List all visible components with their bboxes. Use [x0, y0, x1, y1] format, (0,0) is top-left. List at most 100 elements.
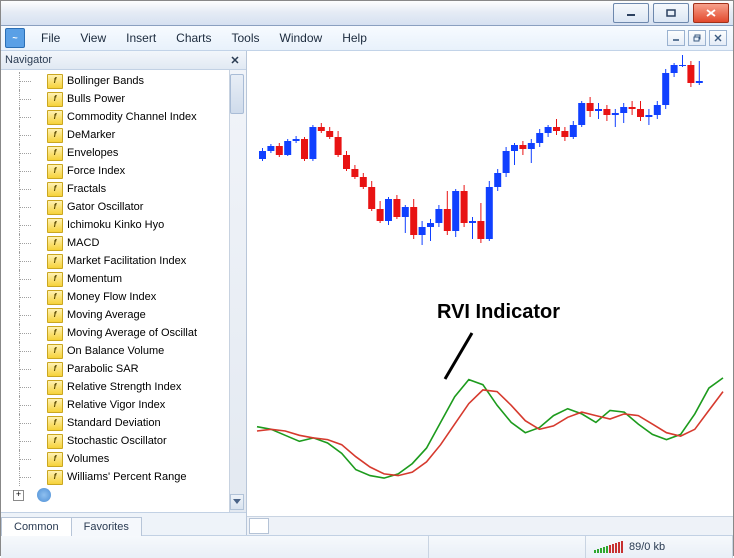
menu-charts[interactable]: Charts: [166, 28, 221, 48]
menu-tools[interactable]: Tools: [222, 28, 270, 48]
indicator-item[interactable]: fCommodity Channel Index: [1, 108, 246, 126]
function-icon: f: [47, 146, 63, 161]
chart-tab-strip: [247, 516, 733, 535]
indicator-label: Standard Deviation: [67, 417, 161, 429]
tab-favorites[interactable]: Favorites: [71, 517, 142, 536]
indicator-item[interactable]: fForce Index: [1, 162, 246, 180]
indicator-item[interactable]: f Moving Average of Oscillat: [1, 324, 246, 342]
titlebar: [1, 1, 733, 26]
indicator-label: Relative Strength Index: [67, 381, 181, 393]
indicator-label: Money Flow Index: [67, 291, 156, 303]
function-icon: f: [47, 200, 63, 215]
chart-tab-placeholder[interactable]: [249, 518, 269, 534]
indicator-item[interactable]: f Standard Deviation: [1, 414, 246, 432]
expand-icon[interactable]: +: [13, 490, 24, 501]
function-icon: f: [47, 344, 63, 359]
minimize-button[interactable]: [613, 3, 649, 23]
connection-text: 89/0 kb: [629, 541, 665, 553]
indicator-item[interactable]: f Money Flow Index: [1, 288, 246, 306]
function-icon: f: [47, 128, 63, 143]
indicator-item[interactable]: fVolumes: [1, 450, 246, 468]
indicator-item[interactable]: f Stochastic Oscillator: [1, 432, 246, 450]
function-icon: f: [47, 74, 63, 89]
statusbar: 89/0 kb: [1, 535, 733, 558]
indicator-item[interactable]: f Gator Oscillator: [1, 198, 246, 216]
function-icon: f: [47, 236, 63, 251]
navigator-close-button[interactable]: ✕: [228, 53, 242, 67]
indicator-item[interactable]: fFractals: [1, 180, 246, 198]
indicator-item[interactable]: f Bulls Power: [1, 90, 246, 108]
indicator-label: Williams' Percent Range: [67, 471, 186, 483]
indicator-item[interactable]: f On Balance Volume: [1, 342, 246, 360]
indicator-label: On Balance Volume: [67, 345, 164, 357]
indicator-label: Parabolic SAR: [67, 363, 139, 375]
tab-common[interactable]: Common: [1, 517, 72, 536]
navigator-tree[interactable]: fBollinger BandsfBulls PowerfCommodity C…: [1, 70, 246, 512]
navigator-panel: Navigator ✕ f Bollinger Bands f Bulls Power…: [1, 51, 247, 535]
menu-insert[interactable]: Insert: [116, 28, 166, 48]
indicator-item[interactable]: f Envelopes: [1, 144, 246, 162]
scrollbar-thumb[interactable]: [230, 74, 244, 114]
indicator-item[interactable]: f Parabolic SAR: [1, 360, 246, 378]
function-icon: f: [47, 92, 63, 107]
function-icon: f: [47, 272, 63, 287]
status-cell-2: [429, 536, 586, 558]
indicator-label: Bollinger Bands: [67, 75, 144, 87]
mdi-close-button[interactable]: [709, 30, 727, 46]
status-connection[interactable]: 89/0 kb: [586, 536, 733, 558]
menu-help[interactable]: Help: [332, 28, 377, 48]
indicator-label: Bulls Power: [67, 93, 125, 105]
function-icon: f: [47, 434, 63, 449]
chart-area[interactable]: RVI Indicator: [247, 51, 733, 535]
indicator-label: Volumes: [67, 453, 109, 465]
chart-canvas: [247, 51, 733, 517]
function-icon: f: [47, 290, 63, 305]
function-icon: f: [47, 254, 63, 269]
indicator-item[interactable]: f Relative Strength Index: [1, 378, 246, 396]
function-icon: f: [47, 380, 63, 395]
menu-window[interactable]: Window: [270, 28, 333, 48]
navigator-titlebar: Navigator ✕: [1, 51, 246, 70]
indicator-label: Moving Average of Oscillat: [67, 327, 197, 339]
function-icon: f: [47, 362, 63, 377]
indicator-label: Envelopes: [67, 147, 118, 159]
indicator-item[interactable]: f Williams' Percent Range: [1, 468, 246, 486]
menubar: ~ File View Insert Charts Tools Window H…: [1, 26, 733, 51]
indicator-label: DeMarker: [67, 129, 115, 141]
indicator-item[interactable]: f Moving Average: [1, 306, 246, 324]
app-window: ~ File View Insert Charts Tools Window H…: [0, 0, 734, 556]
mdi-restore-button[interactable]: [688, 30, 706, 46]
indicator-item[interactable]: f MACD: [1, 234, 246, 252]
indicator-item[interactable]: f Bollinger Bands: [1, 72, 246, 90]
navigator-title: Navigator: [5, 54, 52, 66]
function-icon: f: [47, 416, 63, 431]
indicator-item[interactable]: fIchimoku Kinko Hyo: [1, 216, 246, 234]
indicator-label: Stochastic Oscillator: [67, 435, 167, 447]
indicator-item[interactable]: f DeMarker: [1, 126, 246, 144]
maximize-button[interactable]: [653, 3, 689, 23]
function-icon: f: [47, 308, 63, 323]
client-area: Navigator ✕ f Bollinger Bands f Bulls Power…: [1, 51, 733, 535]
indicator-item[interactable]: fMarket Facilitation Index: [1, 252, 246, 270]
indicator-label: MACD: [67, 237, 99, 249]
mdi-minimize-button[interactable]: [667, 30, 685, 46]
scrollbar-down-arrow[interactable]: [230, 494, 244, 510]
indicator-label: Moving Average: [67, 309, 146, 321]
function-icon: f: [47, 470, 63, 485]
close-button[interactable]: [693, 3, 729, 23]
menu-file[interactable]: File: [31, 28, 70, 48]
function-icon: f: [47, 182, 63, 197]
indicator-label: Ichimoku Kinko Hyo: [67, 219, 164, 231]
indicator-item[interactable]: f Momentum: [1, 270, 246, 288]
tree-node-collapsed[interactable]: +: [1, 486, 246, 504]
function-icon: f: [47, 398, 63, 413]
function-icon: f: [47, 326, 63, 341]
indicator-label: Momentum: [67, 273, 122, 285]
navigator-tabs: Common Favorites: [1, 512, 246, 535]
status-message: [1, 536, 429, 558]
indicator-label: Commodity Channel Index: [67, 111, 197, 123]
indicator-label: Relative Vigor Index: [67, 399, 165, 411]
indicator-item[interactable]: f Relative Vigor Index: [1, 396, 246, 414]
indicator-label: Gator Oscillator: [67, 201, 143, 213]
menu-view[interactable]: View: [70, 28, 116, 48]
